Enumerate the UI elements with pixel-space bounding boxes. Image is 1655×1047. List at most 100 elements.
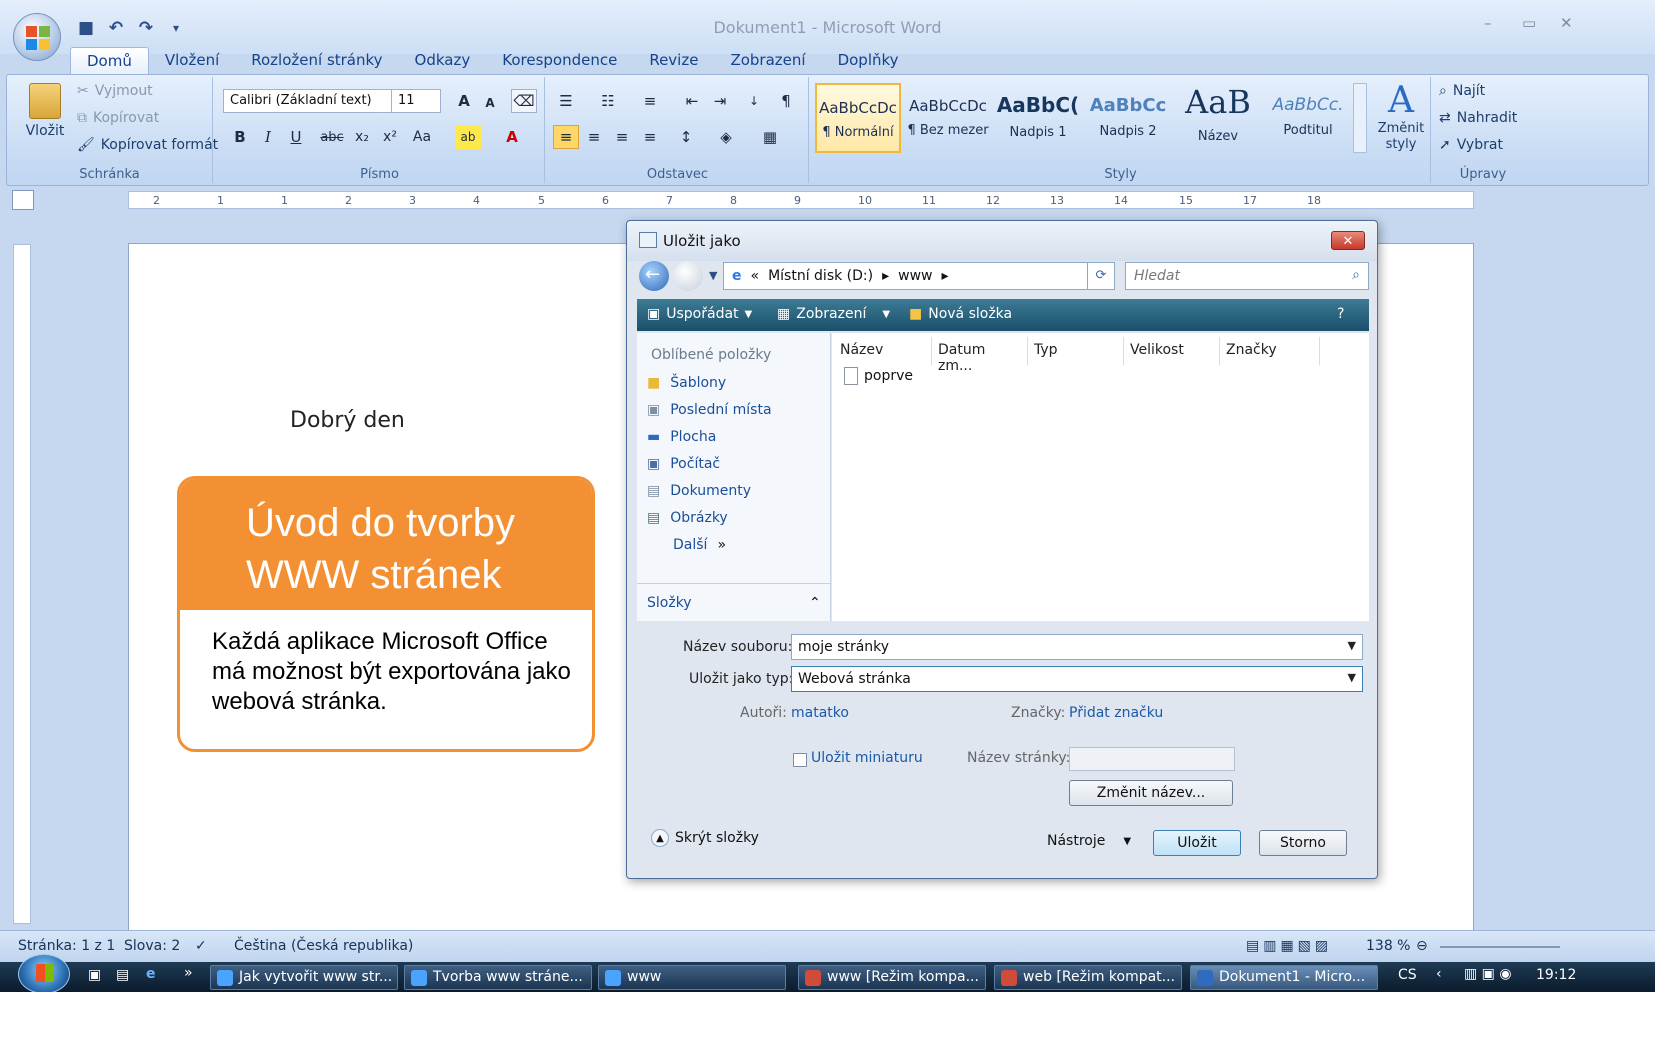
fav-pocitac[interactable]: ▣ Počítač [647,456,720,472]
page-title-input[interactable] [1069,747,1235,771]
close-button[interactable]: ✕ [1560,14,1573,32]
view-buttons[interactable]: ▤▥▦▧▨ [1246,938,1332,954]
column-type[interactable]: Typ [1028,337,1124,365]
replace-button[interactable]: ⇄ Nahradit [1439,110,1517,126]
taskbar-item-active[interactable]: Dokument1 - Micro... [1190,965,1378,990]
page-count[interactable]: Stránka: 1 z 1 [18,938,115,954]
redo-icon[interactable]: ↷ [134,16,158,40]
font-family-combo[interactable]: Calibri (Základní text) [223,89,395,113]
tab-vlozeni[interactable]: Vložení [149,47,235,75]
file-item[interactable]: poprve [844,367,913,385]
back-button[interactable]: ← [639,261,669,291]
align-left-icon[interactable]: ≡ [553,125,579,149]
zoom-slider[interactable] [1440,946,1560,948]
taskbar-item[interactable]: www [Režim kompa... [798,965,986,990]
line-spacing-icon[interactable]: ↕ [673,125,699,149]
file-list[interactable]: Název Datum zm... Typ Velikost Značky po… [832,333,1369,621]
sort-icon[interactable]: ↓ [741,89,767,113]
more-quicklaunch-icon[interactable]: » [184,965,193,981]
document-text[interactable]: Dobrý den [290,408,405,433]
language-indicator[interactable]: Čeština (Česká republika) [234,938,413,954]
start-button[interactable] [18,954,70,994]
find-button[interactable]: ⌕ Najít [1439,83,1485,99]
justify-icon[interactable]: ≡ [637,125,663,149]
save-button[interactable]: Uložit [1153,830,1241,856]
fav-obrazky[interactable]: ▤ Obrázky [647,510,728,526]
tab-odkazy[interactable]: Odkazy [399,47,487,75]
fav-dalsi[interactable]: Další » [673,537,726,553]
italic-button[interactable]: I [255,125,281,149]
grow-font-button[interactable]: A [451,89,477,113]
clock[interactable]: 19:12 [1536,967,1576,983]
show-marks-button[interactable]: ¶ [773,89,799,113]
switch-windows-icon[interactable]: ▤ [116,967,129,983]
thumbnail-checkbox[interactable] [793,753,807,767]
borders-icon[interactable]: ▦ [757,125,783,149]
tray-expand-icon[interactable]: ‹ [1436,966,1442,982]
fav-dokumenty[interactable]: ▤ Dokumenty [647,483,751,499]
organize-button[interactable]: ▣ Uspořádat ▼ [647,306,752,322]
zoom-level[interactable]: 138 % [1366,938,1410,954]
column-tags[interactable]: Značky [1220,337,1320,365]
style-no-spacing[interactable]: AaBbCcDc ¶ Bez mezer [905,83,991,153]
taskbar-item[interactable]: Jak vytvořit www str... [210,965,398,990]
authors-value[interactable]: matatko [791,705,849,721]
address-bar[interactable]: e « Místní disk (D:) ▸ www ▸ ▼ [723,262,1113,290]
tab-selector[interactable] [12,190,34,210]
style-heading-2[interactable]: AaBbCc Nadpis 2 [1085,83,1171,153]
change-title-button[interactable]: Změnit název... [1069,780,1233,806]
forward-button[interactable] [673,261,703,291]
format-painter-button[interactable]: 🖌 Kopírovat formát [77,137,218,153]
bullets-icon[interactable]: ☰ [553,89,579,113]
restore-button[interactable]: ▭ [1522,14,1536,32]
tray-icons[interactable]: ▥ ▣ ◉ [1464,966,1512,982]
tab-doplnky[interactable]: Doplňky [822,47,915,75]
search-icon[interactable]: ⌕ [1352,267,1360,283]
add-tag-link[interactable]: Přidat značku [1069,705,1163,721]
cut-button[interactable]: ✂ Vyjmout [77,83,153,99]
word-count[interactable]: Slova: 2 [124,938,180,954]
shrink-font-button[interactable]: A [477,91,503,115]
paste-button[interactable]: Vložit [21,83,69,139]
strikethrough-button[interactable]: abc [319,125,345,149]
address-segment-www[interactable]: www [898,268,932,284]
hide-folders-button[interactable]: ▲ Skrýt složky [651,829,759,847]
folders-toggle[interactable]: Složky ⌃ [647,595,821,611]
undo-icon[interactable]: ↶ [104,16,128,40]
underline-button[interactable]: U [283,125,309,149]
column-date[interactable]: Datum zm... [932,337,1028,374]
column-name[interactable]: Název [834,337,932,365]
show-desktop-icon[interactable]: ▣ [88,967,101,983]
language-bar[interactable]: CS [1398,967,1417,983]
help-icon[interactable]: ? [1337,306,1344,322]
office-button[interactable] [13,13,61,61]
zoom-out-icon[interactable]: ⊖ [1416,938,1428,954]
tab-domu[interactable]: Domů [70,47,149,75]
fav-plocha[interactable]: ▬ Plocha [647,429,716,445]
change-styles-button[interactable]: A Změnit styly [1373,81,1429,153]
column-size[interactable]: Velikost [1124,337,1220,365]
fav-sablony[interactable]: ■ Šablony [647,375,726,391]
taskbar-item[interactable]: Tvorba www stráne... [404,965,592,990]
filename-input[interactable]: moje stránky ▼ [791,634,1363,660]
style-title[interactable]: AaB Název [1175,83,1261,153]
align-right-icon[interactable]: ≡ [609,125,635,149]
select-button[interactable]: ➚ Vybrat [1439,137,1503,153]
thumbnail-label[interactable]: Uložit miniaturu [811,750,923,766]
dialog-close-button[interactable]: ✕ [1331,231,1365,250]
customize-qat-icon[interactable]: ▾ [164,16,188,40]
change-case-button[interactable]: Aa [409,125,435,149]
style-subtitle[interactable]: AaBbCc. Podtitul [1265,83,1351,153]
address-separator[interactable]: ▸ [882,268,889,284]
address-segment-disk[interactable]: Místní disk (D:) [768,268,873,284]
ie-quicklaunch-icon[interactable]: e [146,966,156,982]
tab-zobrazeni[interactable]: Zobrazení [714,47,821,75]
tab-revize[interactable]: Revize [633,47,714,75]
clear-format-icon[interactable]: ⌫ [511,89,537,113]
views-button[interactable]: ▦ Zobrazení ▼ [777,306,890,322]
refresh-button[interactable]: ⟳ [1087,262,1115,290]
minimize-button[interactable]: – [1484,14,1492,32]
bold-button[interactable]: B [227,125,253,149]
style-normal[interactable]: AaBbCcDc ¶ Normální [815,83,901,153]
vertical-ruler[interactable] [13,244,31,924]
